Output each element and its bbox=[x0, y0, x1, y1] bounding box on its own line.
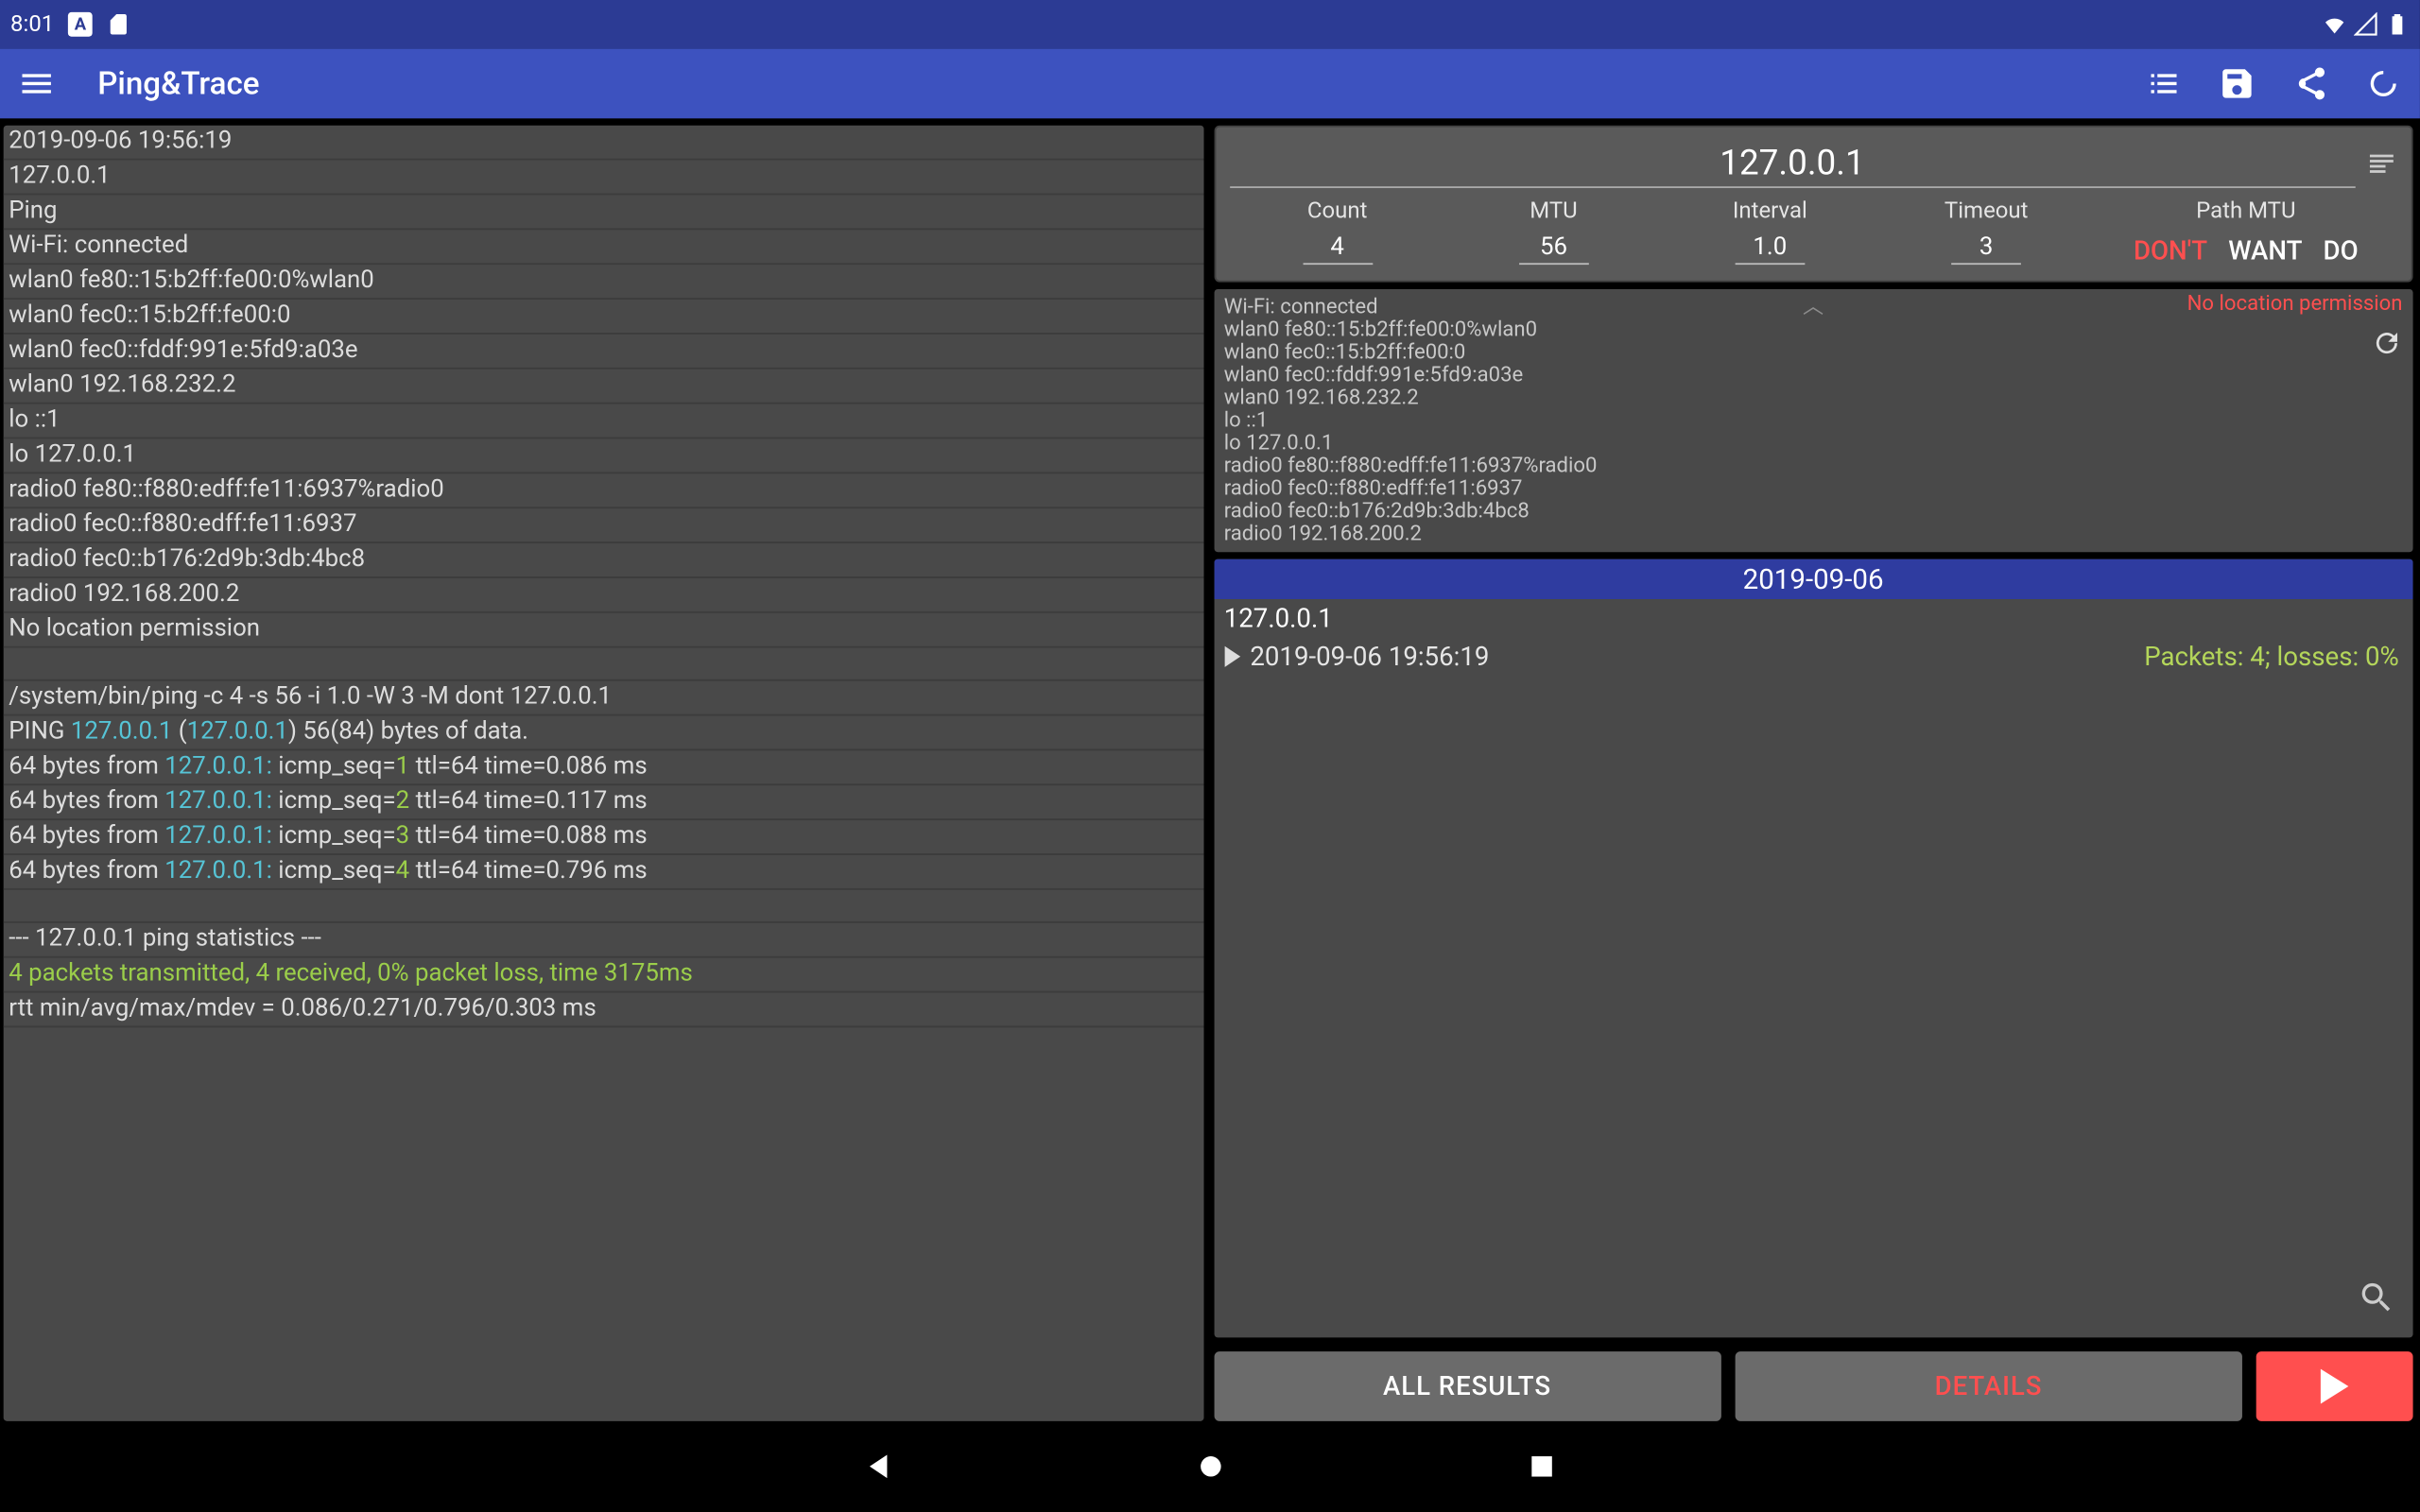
history-entry[interactable]: 2019-09-06 19:56:19 Packets: 4; losses: … bbox=[1214, 638, 2413, 677]
history-entry-stats: Packets: 4; losses: 0% bbox=[2144, 641, 2399, 672]
history-ip: 127.0.0.1 bbox=[1214, 599, 2413, 638]
log-line: 64 bytes from 127.0.0.1: icmp_seq=4 ttl=… bbox=[4, 855, 1203, 890]
log-line: Wi-Fi: connected bbox=[4, 230, 1203, 265]
refresh-circle-icon[interactable] bbox=[2364, 64, 2403, 103]
nav-home-icon[interactable] bbox=[1193, 1449, 1228, 1490]
share-icon[interactable] bbox=[2291, 64, 2330, 103]
pathmtu-want-option[interactable]: WANT bbox=[2228, 235, 2302, 266]
log-line: 2019-09-06 19:56:19 bbox=[4, 126, 1203, 161]
history-panel: 2019-09-06 127.0.0.1 2019-09-06 19:56:19… bbox=[1214, 559, 2413, 1338]
log-line: wlan0 fec0::15:b2ff:fe00:0 bbox=[4, 300, 1203, 335]
netinfo-line: radio0 192.168.200.2 bbox=[1224, 523, 2403, 545]
keyboard-indicator-icon: A bbox=[68, 12, 93, 37]
collapse-chevron-icon[interactable]: ︿ bbox=[1803, 296, 1824, 318]
timeout-input[interactable] bbox=[1951, 232, 2021, 265]
log-line: 4 packets transmitted, 4 received, 0% pa… bbox=[4, 958, 1203, 993]
all-results-button[interactable]: ALL RESULTS bbox=[1214, 1351, 1721, 1421]
app-title: Ping&Trace bbox=[97, 65, 259, 102]
log-line: lo ::1 bbox=[4, 404, 1203, 439]
network-info-panel: ︿ No location permission Wi-Fi: connecte… bbox=[1214, 289, 2413, 552]
log-line: wlan0 fe80::15:b2ff:fe00:0%wlan0 bbox=[4, 265, 1203, 300]
log-line: radio0 192.168.200.2 bbox=[4, 578, 1203, 613]
list-results-icon[interactable] bbox=[2145, 64, 2184, 103]
param-timeout: Timeout bbox=[1878, 198, 2095, 266]
netinfo-line: lo 127.0.0.1 bbox=[1224, 432, 2403, 455]
log-line: wlan0 fec0::fddf:991e:5fd9:a03e bbox=[4, 335, 1203, 369]
target-host-input[interactable] bbox=[1229, 138, 2355, 188]
run-ping-button[interactable] bbox=[2256, 1351, 2413, 1421]
nav-back-icon[interactable] bbox=[861, 1449, 896, 1490]
expand-triangle-icon bbox=[1224, 646, 1240, 667]
netinfo-line: radio0 fe80::f880:edff:fe11:6937%radio0 bbox=[1224, 455, 2403, 477]
log-line: 127.0.0.1 bbox=[4, 161, 1203, 196]
save-icon[interactable] bbox=[2218, 64, 2256, 103]
log-line: PING 127.0.0.1 (127.0.0.1) 56(84) bytes … bbox=[4, 715, 1203, 750]
log-line: radio0 fe80::f880:edff:fe11:6937%radio0 bbox=[4, 473, 1203, 508]
log-line: wlan0 192.168.232.2 bbox=[4, 369, 1203, 404]
log-line: 64 bytes from 127.0.0.1: icmp_seq=1 ttl=… bbox=[4, 750, 1203, 785]
netinfo-line: radio0 fec0::b176:2d9b:3db:4bc8 bbox=[1224, 500, 2403, 523]
log-line: radio0 fec0::b176:2d9b:3db:4bc8 bbox=[4, 543, 1203, 578]
netinfo-line: wlan0 fe80::15:b2ff:fe00:0%wlan0 bbox=[1224, 318, 2403, 341]
status-time: 8:01 bbox=[10, 11, 54, 38]
cell-signal-icon bbox=[2354, 12, 2378, 37]
param-path-mtu: Path MTU DON'T WANT DO bbox=[2095, 198, 2397, 266]
pathmtu-dont-option[interactable]: DON'T bbox=[2134, 235, 2207, 266]
param-count: Count bbox=[1229, 198, 1445, 266]
history-date-header: 2019-09-06 bbox=[1214, 559, 2413, 599]
param-mtu: MTU bbox=[1445, 198, 1662, 266]
log-line: --- 127.0.0.1 ping statistics --- bbox=[4, 923, 1203, 958]
netinfo-line: wlan0 192.168.232.2 bbox=[1224, 387, 2403, 409]
netinfo-line: wlan0 fec0::fddf:991e:5fd9:a03e bbox=[1224, 364, 2403, 387]
netinfo-line: radio0 fec0::f880:edff:fe11:6937 bbox=[1224, 477, 2403, 500]
log-line: 64 bytes from 127.0.0.1: icmp_seq=2 ttl=… bbox=[4, 785, 1203, 820]
log-line: rtt min/avg/max/mdev = 0.086/0.271/0.796… bbox=[4, 993, 1203, 1028]
pathmtu-do-option[interactable]: DO bbox=[2324, 235, 2359, 266]
interval-input[interactable] bbox=[1735, 232, 1805, 265]
count-input[interactable] bbox=[1303, 232, 1373, 265]
no-location-warning: No location permission bbox=[2187, 293, 2403, 316]
log-separator bbox=[4, 890, 1203, 923]
log-line: Ping bbox=[4, 195, 1203, 230]
mtu-input[interactable] bbox=[1519, 232, 1589, 265]
wifi-icon bbox=[2323, 12, 2347, 37]
log-line: radio0 fec0::f880:edff:fe11:6937 bbox=[4, 508, 1203, 543]
search-history-icon[interactable] bbox=[2358, 1279, 2396, 1324]
nav-recents-icon[interactable] bbox=[1524, 1449, 1559, 1490]
log-line: 64 bytes from 127.0.0.1: icmp_seq=3 ttl=… bbox=[4, 820, 1203, 855]
reload-network-icon[interactable] bbox=[2371, 327, 2402, 358]
action-button-row: ALL RESULTS DETAILS bbox=[1214, 1351, 2413, 1421]
param-interval: Interval bbox=[1662, 198, 1878, 266]
sdcard-icon bbox=[107, 12, 131, 37]
notes-icon[interactable] bbox=[2366, 147, 2397, 179]
log-separator bbox=[4, 648, 1203, 681]
log-line: /system/bin/ping -c 4 -s 56 -i 1.0 -W 3 … bbox=[4, 681, 1203, 716]
netinfo-line: wlan0 fec0::15:b2ff:fe00:0 bbox=[1224, 341, 2403, 364]
ping-parameters-card: Count MTU Interval Timeout bbox=[1214, 126, 2413, 283]
hamburger-menu-icon[interactable] bbox=[17, 64, 56, 103]
android-status-bar: 8:01 A bbox=[0, 0, 2420, 49]
play-icon bbox=[2321, 1369, 2348, 1404]
details-button[interactable]: DETAILS bbox=[1735, 1351, 2242, 1421]
netinfo-line: lo ::1 bbox=[1224, 409, 2403, 432]
log-line: lo 127.0.0.1 bbox=[4, 438, 1203, 473]
battery-icon bbox=[2385, 12, 2410, 37]
app-toolbar: Ping&Trace bbox=[0, 49, 2420, 119]
log-line: No location permission bbox=[4, 613, 1203, 648]
history-entry-time: 2019-09-06 19:56:19 bbox=[1250, 641, 1489, 672]
android-nav-bar bbox=[0, 1428, 2420, 1511]
ping-log-panel[interactable]: 2019-09-06 19:56:19 127.0.0.1 Ping Wi-Fi… bbox=[4, 126, 1203, 1421]
